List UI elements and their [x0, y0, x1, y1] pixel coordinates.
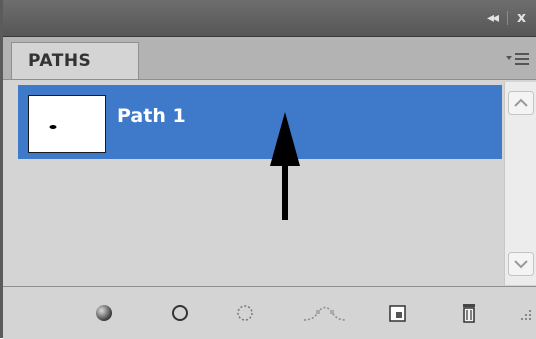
paths-scrollbar[interactable] [504, 82, 536, 285]
close-panel-button[interactable]: x [517, 8, 526, 28]
fill-path-icon[interactable] [92, 301, 116, 325]
annotation-arrow-icon [270, 112, 300, 220]
resize-grip-icon[interactable] [515, 304, 533, 322]
scroll-down-icon[interactable] [508, 252, 534, 276]
paths-list: Path 1 [18, 82, 502, 285]
panel-menu-icon[interactable] [505, 51, 531, 67]
panel-titlebar: ◂◂ x [3, 0, 536, 37]
tab-paths-label: PATHS [28, 51, 92, 71]
scroll-up-icon[interactable] [508, 91, 534, 115]
make-work-path-icon[interactable] [300, 301, 350, 325]
collapse-panel-button[interactable]: ◂◂ [487, 8, 499, 28]
path-row-path-1[interactable]: Path 1 [18, 85, 502, 159]
trash-icon[interactable] [457, 301, 481, 325]
load-selection-icon[interactable] [233, 301, 257, 325]
path-name-label: Path 1 [117, 105, 186, 127]
new-path-icon[interactable] [386, 301, 410, 325]
tab-paths[interactable]: PATHS [11, 42, 139, 79]
panel-tab-row: PATHS [3, 37, 536, 80]
paths-panel: ◂◂ x PATHS Path 1 [0, 0, 536, 339]
path-shape-icon [49, 125, 57, 129]
stroke-path-icon[interactable] [168, 301, 192, 325]
path-thumbnail [28, 95, 106, 153]
panel-footer-toolbar [3, 286, 536, 339]
titlebar-divider [507, 11, 508, 25]
